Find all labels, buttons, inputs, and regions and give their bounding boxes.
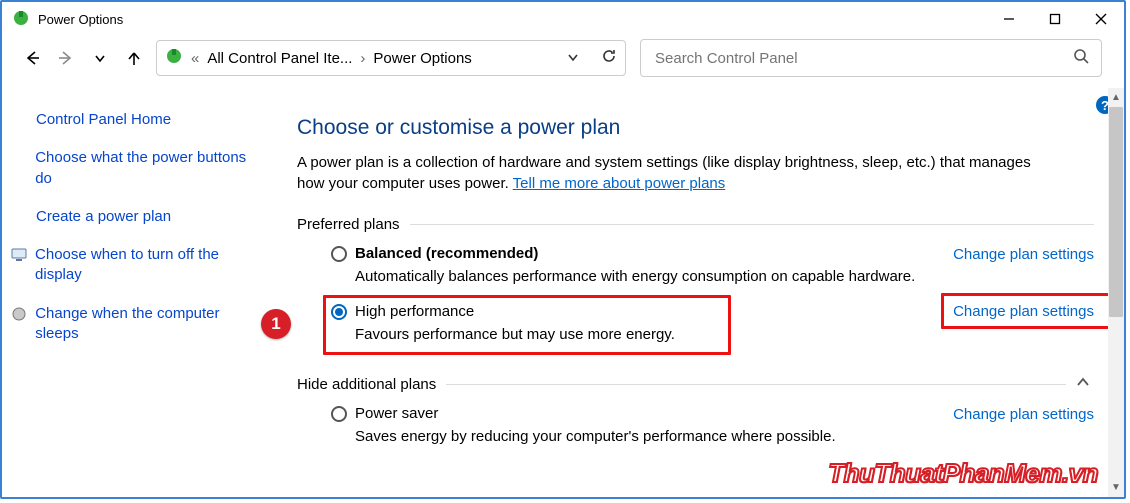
- chevron-right-icon: ›: [360, 50, 365, 67]
- plan-saver[interactable]: Power saver Saves energy by reducing you…: [331, 405, 1094, 467]
- sidebar-display-off[interactable]: Choose when to turn off the display: [35, 245, 257, 286]
- divider: [410, 224, 1094, 225]
- plan-high[interactable]: 1 High performance Favours performance b…: [331, 303, 1094, 369]
- change-settings-high[interactable]: Change plan settings: [953, 302, 1094, 320]
- search-input[interactable]: [653, 49, 1073, 68]
- hide-additional-plans[interactable]: Hide additional plans: [297, 375, 1094, 393]
- app-icon: [12, 9, 30, 30]
- moon-icon: [10, 304, 27, 322]
- hide-label-text: Hide additional plans: [297, 376, 436, 393]
- plan-high-name: High performance: [355, 303, 474, 320]
- close-button[interactable]: [1078, 2, 1124, 36]
- breadcrumb-item-2[interactable]: Power Options: [373, 50, 471, 67]
- sidebar-sleep[interactable]: Change when the computer sleeps: [35, 304, 257, 345]
- radio-saver[interactable]: [331, 406, 347, 422]
- recent-locations-button[interactable]: [92, 50, 108, 66]
- plan-balanced[interactable]: Balanced (recommended) Automatically bal…: [331, 245, 1094, 307]
- up-button[interactable]: [126, 50, 142, 66]
- plan-saver-name: Power saver: [355, 405, 438, 422]
- search-box[interactable]: [640, 39, 1102, 77]
- radio-high[interactable]: [331, 304, 347, 320]
- scrollbar[interactable]: ▲ ▼: [1108, 88, 1124, 497]
- preferred-plans-label: Preferred plans: [297, 216, 1094, 233]
- chevron-up-icon[interactable]: [1076, 375, 1094, 393]
- breadcrumb-item-1[interactable]: All Control Panel Ite...: [207, 50, 352, 67]
- breadcrumb-dropdown[interactable]: [567, 50, 579, 67]
- radio-balanced[interactable]: [331, 246, 347, 262]
- change-settings-balanced[interactable]: Change plan settings: [953, 245, 1094, 263]
- back-button[interactable]: [24, 50, 40, 66]
- page-intro: A power plan is a collection of hardware…: [297, 152, 1057, 194]
- scroll-up-icon[interactable]: ▲: [1111, 92, 1121, 103]
- monitor-icon: [10, 245, 27, 263]
- breadcrumb[interactable]: « All Control Panel Ite... › Power Optio…: [156, 40, 626, 76]
- sidebar-buttons[interactable]: Choose what the power buttons do: [35, 148, 257, 189]
- breadcrumb-icon: [165, 47, 183, 69]
- minimize-button[interactable]: [986, 2, 1032, 36]
- maximize-button[interactable]: [1032, 2, 1078, 36]
- sidebar-home[interactable]: Control Panel Home: [36, 110, 171, 130]
- plan-high-desc: Favours performance but may use more ene…: [355, 326, 953, 343]
- page-heading: Choose or customise a power plan: [297, 116, 1094, 140]
- refresh-button[interactable]: [601, 48, 617, 68]
- sidebar-create[interactable]: Create a power plan: [36, 207, 171, 227]
- change-settings-saver[interactable]: Change plan settings: [953, 405, 1094, 423]
- search-icon[interactable]: [1073, 48, 1089, 68]
- group-label-text: Preferred plans: [297, 216, 400, 233]
- plan-balanced-desc: Automatically balances performance with …: [355, 268, 953, 285]
- plan-saver-desc: Saves energy by reducing your computer's…: [355, 428, 953, 445]
- divider: [446, 384, 1066, 385]
- window-title: Power Options: [38, 12, 123, 27]
- scrollbar-thumb[interactable]: [1109, 107, 1123, 317]
- annotation-badge-1: 1: [261, 309, 291, 339]
- learn-more-link[interactable]: Tell me more about power plans: [513, 175, 726, 192]
- scroll-down-icon[interactable]: ▼: [1111, 482, 1121, 493]
- plan-balanced-name: Balanced (recommended): [355, 245, 538, 262]
- forward-button[interactable]: [58, 50, 74, 66]
- breadcrumb-overflow[interactable]: «: [191, 50, 199, 67]
